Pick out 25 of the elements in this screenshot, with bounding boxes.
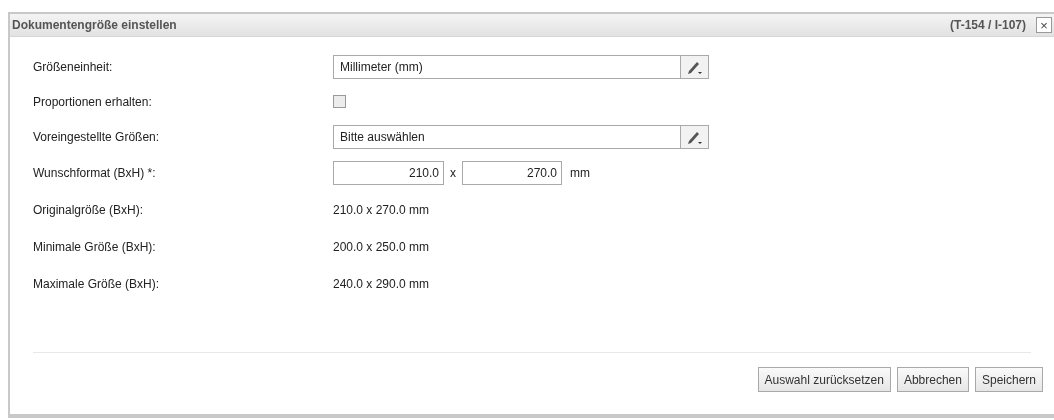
field-label: Größeneinheit:: [33, 58, 114, 76]
field-label: Minimale Größe (BxH):: [33, 238, 157, 256]
edit-button[interactable]: [681, 124, 709, 149]
size-value: 240.0 x 290.0 mm: [333, 275, 430, 293]
field-label: Maximale Größe (BxH):: [33, 275, 161, 293]
times-sign: x: [450, 164, 456, 182]
dialog-button[interactable]: Auswahl zurücksetzen: [757, 367, 891, 392]
dialog-button[interactable]: Speichern: [974, 367, 1043, 392]
field-label: Originalgröße (BxH):: [33, 201, 145, 219]
dialog-id: (T-154 / I-107): [949, 17, 1026, 34]
field-label: Voreingestellte Größen:: [33, 128, 161, 146]
size-value: 210.0 x 270.0 mm: [333, 201, 430, 219]
field-label: Wunschformat (BxH) *:: [33, 164, 157, 182]
field-label: Proportionen erhalten:: [33, 93, 153, 111]
checkbox[interactable]: [333, 95, 346, 108]
close-button[interactable]: ×: [1036, 17, 1052, 33]
size-value: 200.0 x 250.0 mm: [333, 238, 430, 256]
window-title: Dokumentengröße einstellen: [12, 17, 178, 34]
dialog-button[interactable]: Abbrechen: [896, 367, 969, 392]
unit-label: mm: [570, 164, 590, 182]
height-field[interactable]: 270.0: [462, 160, 562, 185]
select-field[interactable]: Millimeter (mm): [333, 54, 681, 79]
width-field[interactable]: 210.0: [333, 160, 444, 185]
select-field[interactable]: Bitte auswählen: [333, 124, 681, 149]
edit-button[interactable]: [681, 54, 709, 79]
